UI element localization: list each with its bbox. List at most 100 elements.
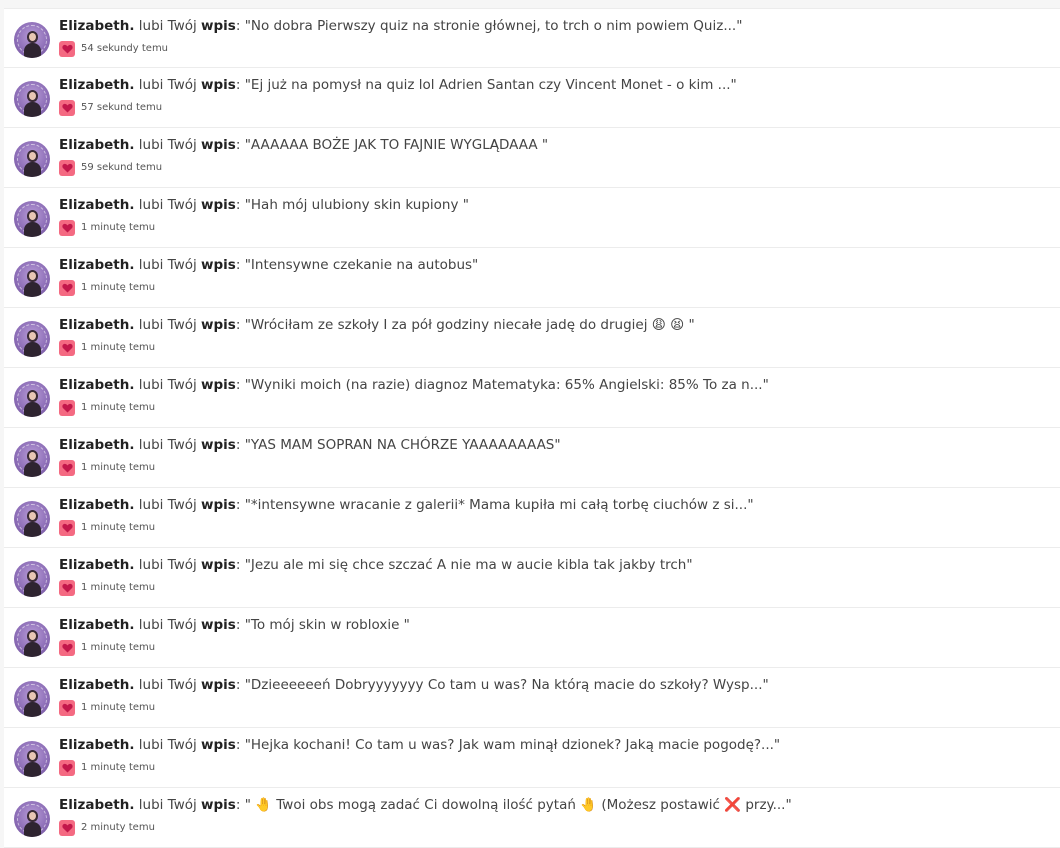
timestamp: 1 minutę temu [81,582,156,593]
heart-icon [59,219,75,236]
avatar[interactable] [14,561,50,597]
notification-meta: 1 minutę temu [59,579,155,596]
notification-item[interactable]: Elizabeth. lubi Twój wpis: "Wróciłam ze … [4,308,1060,368]
user-name[interactable]: Elizabeth. [59,77,134,93]
post-link[interactable]: wpis [201,677,236,693]
notification-item[interactable]: Elizabeth. lubi Twój wpis: " 🤚 Twoi obs … [4,788,1060,848]
notification-item[interactable]: Elizabeth. lubi Twój wpis: "To mój skin … [4,608,1060,668]
post-link[interactable]: wpis [201,197,236,213]
notifications-feed: Elizabeth. lubi Twój wpis: "No dobra Pie… [4,8,1060,848]
avatar[interactable] [14,621,50,657]
heart-icon [59,639,75,656]
notification-meta: 59 sekund temu [59,159,162,176]
avatar[interactable] [14,321,50,357]
user-name[interactable]: Elizabeth. [59,377,134,393]
post-link[interactable]: wpis [201,557,236,573]
notification-item[interactable]: Elizabeth. lubi Twój wpis: "YAS MAM SOPR… [4,428,1060,488]
timestamp: 2 minuty temu [81,822,155,833]
post-link[interactable]: wpis [201,257,236,273]
user-name[interactable]: Elizabeth. [59,737,134,753]
post-quote: : "AAAAAA BOŻE JAK TO FAJNIE WYGLĄDAAA " [235,137,549,153]
notification-item[interactable]: Elizabeth. lubi Twój wpis: "Ej już na po… [4,68,1060,128]
avatar[interactable] [14,801,50,837]
heart-icon [59,279,75,296]
post-link[interactable]: wpis [201,317,236,333]
action-text: lubi Twój [138,737,197,753]
user-name[interactable]: Elizabeth. [59,557,134,573]
heart-icon [59,579,75,596]
notification-meta: 1 minutę temu [59,759,155,776]
user-name[interactable]: Elizabeth. [59,197,134,213]
user-name[interactable]: Elizabeth. [59,437,134,453]
avatar[interactable] [14,22,50,58]
notification-text: Elizabeth. lubi Twój wpis: "Intensywne c… [59,257,478,273]
notification-meta: 1 minutę temu [59,399,155,416]
avatar[interactable] [14,501,50,537]
avatar[interactable] [14,741,50,777]
notification-text: Elizabeth. lubi Twój wpis: "*intensywne … [59,497,754,513]
notification-item[interactable]: Elizabeth. lubi Twój wpis: "Wyniki moich… [4,368,1060,428]
post-quote: : "To mój skin w robloxie " [235,617,410,633]
notification-meta: 1 minutę temu [59,699,155,716]
notification-meta: 2 minuty temu [59,819,155,836]
post-quote: : "YAS MAM SOPRAN NA CHÓRZE YAAAAAAAAS" [235,437,561,453]
notification-text: Elizabeth. lubi Twój wpis: "Jezu ale mi … [59,557,693,573]
user-name[interactable]: Elizabeth. [59,18,134,34]
heart-icon [59,99,75,116]
heart-icon [59,759,75,776]
avatar[interactable] [14,261,50,297]
post-link[interactable]: wpis [201,437,236,453]
timestamp: 54 sekundy temu [81,43,169,54]
user-name[interactable]: Elizabeth. [59,497,134,513]
post-link[interactable]: wpis [201,497,236,513]
timestamp: 1 minutę temu [81,402,156,413]
timestamp: 1 minutę temu [81,762,156,773]
timestamp: 57 sekund temu [81,102,163,113]
avatar[interactable] [14,441,50,477]
post-link[interactable]: wpis [201,137,236,153]
action-text: lubi Twój [138,437,197,453]
timestamp: 1 minutę temu [81,642,156,653]
notification-meta: 1 minutę temu [59,279,155,296]
user-name[interactable]: Elizabeth. [59,677,134,693]
heart-icon [59,339,75,356]
action-text: lubi Twój [138,257,197,273]
avatar[interactable] [14,201,50,237]
user-name[interactable]: Elizabeth. [59,257,134,273]
avatar[interactable] [14,681,50,717]
notification-text: Elizabeth. lubi Twój wpis: "To mój skin … [59,617,410,633]
avatar[interactable] [14,381,50,417]
post-link[interactable]: wpis [201,18,236,34]
post-link[interactable]: wpis [201,617,236,633]
post-link[interactable]: wpis [201,797,236,813]
user-name[interactable]: Elizabeth. [59,137,134,153]
timestamp: 1 minutę temu [81,462,156,473]
action-text: lubi Twój [138,377,197,393]
post-quote: : " 🤚 Twoi obs mogą zadać Ci dowolną ilo… [235,797,792,813]
user-name[interactable]: Elizabeth. [59,317,134,333]
post-link[interactable]: wpis [201,377,236,393]
notification-item[interactable]: Elizabeth. lubi Twój wpis: "Jezu ale mi … [4,548,1060,608]
notification-item[interactable]: Elizabeth. lubi Twój wpis: "AAAAAA BOŻE … [4,128,1060,188]
notification-text: Elizabeth. lubi Twój wpis: "AAAAAA BOŻE … [59,137,548,153]
post-quote: : "No dobra Pierwszy quiz na stronie głó… [235,18,743,34]
notification-text: Elizabeth. lubi Twój wpis: "Dzieeeeeeń D… [59,677,769,693]
notification-item[interactable]: Elizabeth. lubi Twój wpis: "Intensywne c… [4,248,1060,308]
action-text: lubi Twój [138,137,197,153]
user-name[interactable]: Elizabeth. [59,797,134,813]
notification-item[interactable]: Elizabeth. lubi Twój wpis: "No dobra Pie… [4,8,1060,68]
user-name[interactable]: Elizabeth. [59,617,134,633]
notification-item[interactable]: Elizabeth. lubi Twój wpis: "Hejka kochan… [4,728,1060,788]
post-link[interactable]: wpis [201,77,236,93]
notification-item[interactable]: Elizabeth. lubi Twój wpis: "Hah mój ulub… [4,188,1060,248]
notification-text: Elizabeth. lubi Twój wpis: " 🤚 Twoi obs … [59,797,792,813]
notification-meta: 54 sekundy temu [59,40,168,57]
avatar[interactable] [14,141,50,177]
post-quote: : "Wyniki moich (na razie) diagnoz Matem… [235,377,769,393]
notification-item[interactable]: Elizabeth. lubi Twój wpis: "*intensywne … [4,488,1060,548]
post-link[interactable]: wpis [201,737,236,753]
avatar[interactable] [14,81,50,117]
notification-item[interactable]: Elizabeth. lubi Twój wpis: "Dzieeeeeeń D… [4,668,1060,728]
notification-meta: 1 minutę temu [59,339,155,356]
heart-icon [59,519,75,536]
